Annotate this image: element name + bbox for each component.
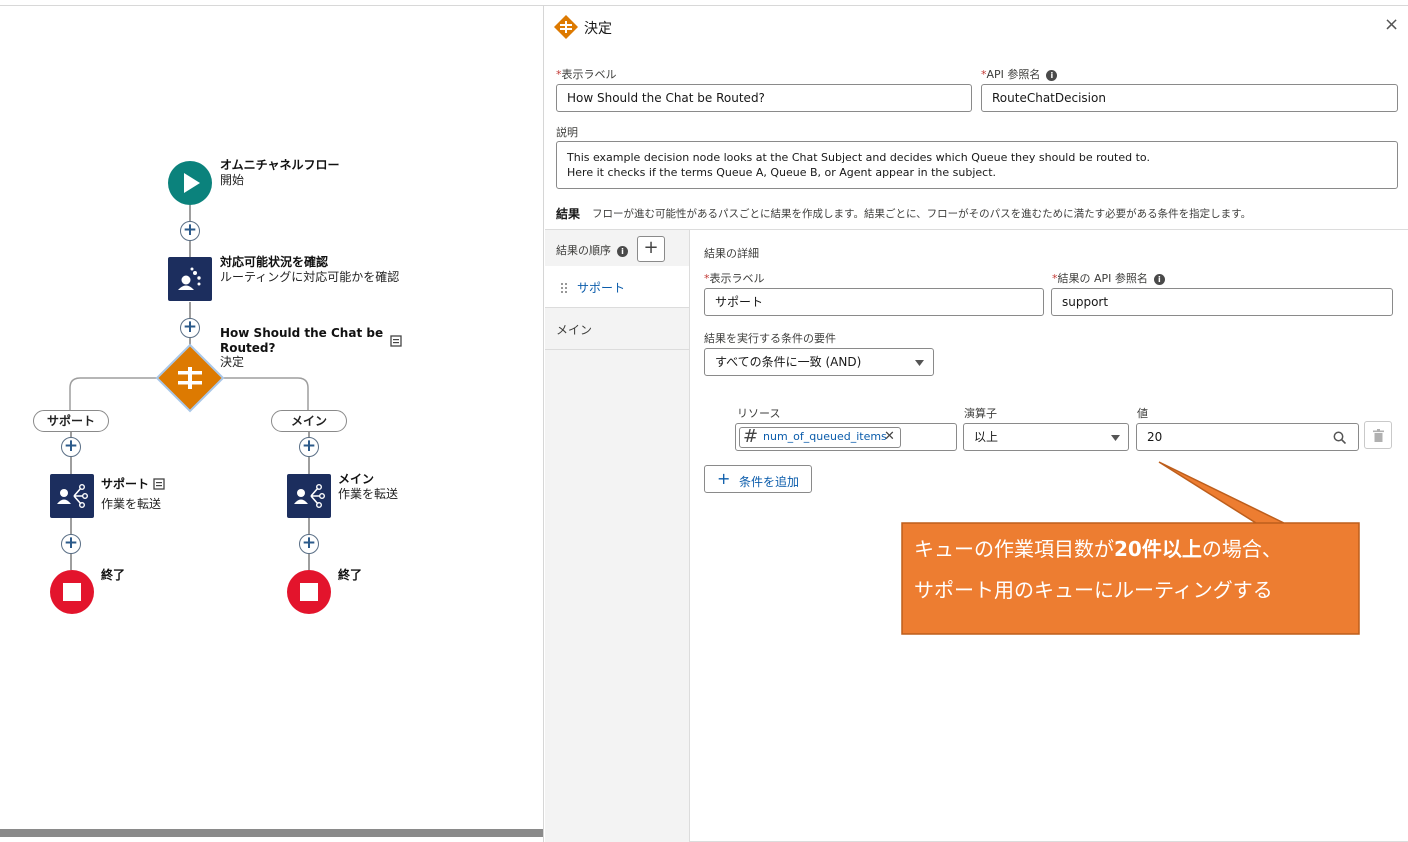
flow-canvas: オムニチャネルフロー 開始 + 対応可能状況を確認 ルーティングに対応可能かを確… — [0, 0, 543, 842]
panel-title: 決定 — [584, 21, 612, 37]
value-label: 値 — [1137, 407, 1148, 420]
end-icon[interactable] — [287, 570, 331, 614]
annotation-callout-line2: サポート用のキューにルーティングする — [914, 578, 1273, 602]
outcome-item-support[interactable]: サポート — [545, 266, 689, 308]
decision-node-title-cont: Routed? — [220, 341, 276, 355]
delete-condition-button[interactable] — [1364, 421, 1392, 449]
plus-icon: + — [717, 469, 731, 488]
check-node-title: 対応可能状況を確認 — [220, 255, 329, 269]
value-input[interactable]: 20 — [1136, 423, 1359, 451]
label-input[interactable]: How Should the Chat be Routed? — [556, 84, 972, 112]
branch-pill-main[interactable]: メイン — [271, 410, 347, 432]
outcome-label-input[interactable]: サポート — [704, 288, 1044, 316]
add-element-button[interactable]: + — [180, 318, 200, 338]
support-node-subtitle: 作業を転送 — [101, 497, 162, 511]
outcomes-heading: 結果 — [556, 207, 581, 221]
route-work-icon[interactable] — [287, 474, 331, 518]
support-node-title: サポート — [101, 477, 150, 491]
annotation-callout-line1: キューの作業項目数が20件以上の場合、 — [914, 537, 1282, 561]
main-node-title: メイン — [338, 472, 375, 486]
decision-editor-panel: 決定 × *表示ラベル How Should the Chat be Route… — [543, 5, 1408, 842]
divider — [544, 5, 1408, 6]
chevron-down-icon — [915, 360, 924, 366]
add-condition-label: 条件を追加 — [739, 475, 800, 489]
start-node-title: オムニチャネルフロー — [220, 158, 340, 172]
outcome-order-label: 結果の順序 i — [556, 242, 628, 258]
add-element-button[interactable]: + — [180, 221, 200, 241]
outcome-item-label: メイン — [556, 323, 593, 337]
horizontal-scrollbar[interactable] — [0, 829, 543, 837]
outcome-item-label: サポート — [577, 281, 626, 295]
drag-handle-icon[interactable] — [560, 282, 568, 294]
operator-label: 演算子 — [964, 407, 997, 420]
condition-requirement-select[interactable]: すべての条件に一致 (AND) — [704, 348, 934, 376]
branch-pill-support[interactable]: サポート — [33, 410, 109, 432]
start-icon[interactable] — [168, 161, 212, 205]
close-button[interactable]: × — [1384, 15, 1399, 35]
number-variable-icon: # — [743, 426, 759, 447]
outcome-order-list: 結果の順序 i + サポート メイン — [545, 230, 690, 842]
outcome-detail-heading: 結果の詳細 — [704, 247, 759, 260]
description-line: Here it checks if the terms Queue A, Que… — [567, 166, 997, 179]
decision-icon[interactable] — [155, 343, 225, 413]
add-element-button[interactable]: + — [61, 437, 81, 457]
trash-icon — [1373, 429, 1384, 442]
resource-label: リソース — [737, 407, 781, 420]
outcome-api-name-input[interactable]: support — [1051, 288, 1393, 316]
description-line: This example decision node looks at the … — [567, 151, 1150, 164]
chevron-down-icon — [1111, 435, 1120, 441]
check-availability-icon[interactable] — [168, 257, 212, 301]
remove-icon[interactable]: ✕ — [884, 424, 895, 450]
description-icon — [390, 335, 402, 347]
decision-node-subtitle: 決定 — [220, 355, 245, 369]
start-node-subtitle: 開始 — [220, 173, 245, 187]
api-name-field-label: *API 参照名 i — [981, 66, 1058, 82]
outcome-api-name-label: *結果の API 参照名 i — [1052, 270, 1165, 286]
info-icon[interactable]: i — [1153, 273, 1165, 285]
add-element-button[interactable]: + — [299, 437, 319, 457]
description-icon — [153, 478, 165, 490]
info-icon[interactable]: i — [617, 245, 628, 257]
condition-requirement-label: 結果を実行する条件の要件 — [704, 332, 836, 345]
description-textarea[interactable]: This example decision node looks at the … — [556, 141, 1398, 189]
api-name-input[interactable]: RouteChatDecision — [981, 84, 1398, 112]
add-outcome-button[interactable]: + — [637, 236, 665, 262]
select-value: 以上 — [974, 430, 999, 444]
input-value: 20 — [1147, 430, 1163, 444]
operator-select[interactable]: 以上 — [963, 423, 1129, 451]
end-node-title: 終了 — [101, 568, 126, 582]
info-icon[interactable]: i — [1046, 69, 1058, 81]
search-icon — [1333, 431, 1346, 444]
label-field-label: *表示ラベル — [556, 68, 617, 81]
decision-icon — [554, 15, 578, 39]
outcome-label-field-label: *表示ラベル — [704, 272, 765, 285]
description-label: 説明 — [556, 126, 578, 139]
add-element-button[interactable]: + — [61, 534, 81, 554]
resource-input[interactable]: # num_of_queued_items ✕ — [735, 423, 957, 451]
resource-value: num_of_queued_items — [763, 430, 887, 443]
end-icon[interactable] — [50, 570, 94, 614]
add-condition-button[interactable]: + 条件を追加 — [704, 465, 812, 493]
end-node-title: 終了 — [338, 568, 363, 582]
check-node-subtitle: ルーティングに対応可能かを確認 — [220, 270, 400, 284]
add-element-button[interactable]: + — [299, 534, 319, 554]
outcome-item-main[interactable]: メイン — [545, 308, 689, 350]
select-value: すべての条件に一致 (AND) — [715, 355, 862, 369]
main-node-subtitle: 作業を転送 — [338, 487, 399, 501]
route-work-icon[interactable] — [50, 474, 94, 518]
divider — [0, 5, 543, 6]
outcomes-help-text: フローが進む可能性があるパスごとに結果を作成します。結果ごとに、フローがそのパス… — [592, 208, 1252, 220]
decision-node-title: How Should the Chat be — [220, 326, 384, 340]
